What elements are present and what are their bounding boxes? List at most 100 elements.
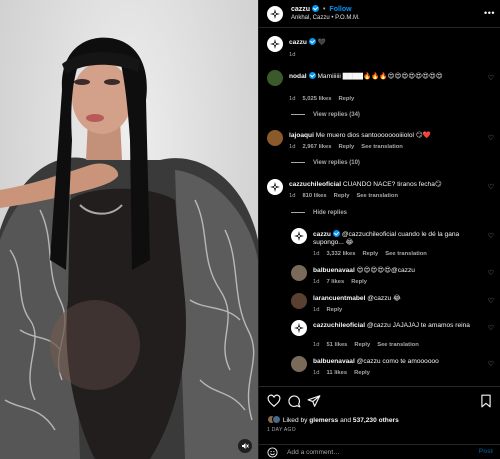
like-comment-icon[interactable]: ♡ xyxy=(488,232,494,240)
like-comment-icon[interactable]: ♡ xyxy=(488,324,494,332)
avatar[interactable] xyxy=(267,70,283,86)
header-subtitle[interactable]: Ankhal, Cazzu • P.O.M.M. xyxy=(291,15,360,21)
reply-username[interactable]: cazzuchileoficial xyxy=(313,322,365,329)
divider xyxy=(291,113,305,115)
avatar[interactable] xyxy=(291,356,307,372)
logo-icon xyxy=(270,39,280,49)
view-replies-button[interactable]: View replies (34) xyxy=(291,112,360,118)
see-translation-button[interactable]: See translation xyxy=(377,342,419,348)
verified-icon xyxy=(332,230,340,237)
avatar[interactable] xyxy=(291,228,307,244)
reply-likes[interactable]: 51 likes xyxy=(326,342,347,348)
reply-button[interactable]: Reply xyxy=(362,251,378,257)
reply-likes[interactable]: 11 likes xyxy=(326,370,347,376)
comment-time[interactable]: 1d xyxy=(289,193,295,199)
reply-meta: 1d 7 likes Reply xyxy=(313,279,374,285)
reply-button[interactable]: Reply xyxy=(354,342,370,348)
reply-time[interactable]: 1d xyxy=(313,279,319,285)
reply-body: @cazzu como te amoooooo xyxy=(356,358,439,365)
see-translation-button[interactable]: See translation xyxy=(361,144,403,150)
comment-icon[interactable] xyxy=(287,394,301,408)
comment-input[interactable] xyxy=(287,445,457,459)
reply-text: balbuenavaal @cazzu como te amoooooo xyxy=(313,358,485,366)
divider xyxy=(291,211,305,213)
bookmark-icon[interactable] xyxy=(479,394,493,408)
avatar[interactable] xyxy=(291,265,307,281)
see-translation-button[interactable]: See translation xyxy=(385,251,427,257)
reply-button[interactable]: Reply xyxy=(338,144,354,150)
reply-username[interactable]: larancuentmabel xyxy=(313,295,365,302)
comment-text: lajoaqui Me muero dios santoooooooiiiolo… xyxy=(289,132,485,140)
comment-time[interactable]: 1d xyxy=(289,96,295,102)
comment-likes[interactable]: 810 likes xyxy=(302,193,326,199)
header-username[interactable]: cazzu xyxy=(291,6,310,13)
header-title-row: cazzu • Follow xyxy=(291,5,352,13)
like-comment-icon[interactable]: ♡ xyxy=(488,134,494,142)
avatar[interactable] xyxy=(267,6,283,22)
hide-replies-button[interactable]: Hide replies xyxy=(291,210,347,216)
comments-list[interactable]: cazzu 🖤 1d nodal Mamiiiiii ▇▇▇▇🔥🔥🔥😍😍😍😍😍😍… xyxy=(259,28,500,386)
comment-username[interactable]: cazzuchileoficial xyxy=(289,181,341,188)
reply-time[interactable]: 1d xyxy=(313,251,319,257)
comment-text: cazzuchileoficial CUANDO NACE? tiranos f… xyxy=(289,181,485,189)
reply-username[interactable]: balbuenavaal xyxy=(313,267,355,274)
follow-button[interactable]: Follow xyxy=(329,6,351,13)
comment-username[interactable]: lajoaqui xyxy=(289,132,314,139)
comment-body: Mamiiiiii ▇▇▇▇🔥🔥🔥😍😍😍😍😍😍😍😍 xyxy=(317,73,443,80)
avatar[interactable] xyxy=(267,130,283,146)
reply-text: cazzu @cazzuchileoficial cuando le dé la… xyxy=(313,230,485,247)
liked-by-user[interactable]: glemerss xyxy=(309,417,338,424)
verified-icon xyxy=(312,5,320,12)
likes-summary[interactable]: Liked by glemerss and 537,230 others xyxy=(267,415,399,424)
avatar[interactable] xyxy=(291,293,307,309)
logo-icon xyxy=(270,182,280,192)
post-button[interactable]: Post xyxy=(479,448,493,455)
comment-time[interactable]: 1d xyxy=(289,144,295,150)
heart-icon[interactable] xyxy=(267,394,281,408)
post-media[interactable] xyxy=(0,0,258,459)
reply-button[interactable]: Reply xyxy=(326,307,342,313)
share-icon[interactable] xyxy=(307,394,321,408)
reply-time[interactable]: 1d xyxy=(313,307,319,313)
like-comment-icon[interactable]: ♡ xyxy=(488,74,494,82)
like-comment-icon[interactable]: ♡ xyxy=(488,269,494,277)
reply-button[interactable]: Reply xyxy=(351,279,367,285)
post-date[interactable]: 1 DAY AGO xyxy=(267,427,296,433)
comment-body: CUANDO NACE? tiranos fecha😏 xyxy=(342,181,442,188)
logo-icon xyxy=(294,231,304,241)
like-comment-icon[interactable]: ♡ xyxy=(488,297,494,305)
comment-meta: 1d 810 likes Reply See translation xyxy=(289,193,405,199)
reply-button[interactable]: Reply xyxy=(354,370,370,376)
view-replies-button[interactable]: View replies (10) xyxy=(291,160,360,166)
like-comment-icon[interactable]: ♡ xyxy=(488,183,494,191)
avatar[interactable] xyxy=(267,36,283,52)
reply-likes[interactable]: 3,332 likes xyxy=(326,251,355,257)
reply-time[interactable]: 1d xyxy=(313,342,319,348)
more-options-button[interactable]: ••• xyxy=(484,9,495,18)
comment-username[interactable]: nodal xyxy=(289,73,307,80)
caption-body: 🖤 xyxy=(317,39,327,46)
like-comment-icon[interactable]: ♡ xyxy=(488,360,494,368)
reply-text: balbuenavaal 😍😍😍😍😍@cazzu xyxy=(313,267,485,275)
reply-button[interactable]: Reply xyxy=(334,193,350,199)
reply-body: @cazzu JAJAJAJ te amamos reina xyxy=(366,322,470,329)
reply-username[interactable]: cazzu xyxy=(313,231,331,238)
reply-username[interactable]: balbuenavaal xyxy=(313,358,355,365)
post-photo xyxy=(0,37,258,459)
comment-likes[interactable]: 2,967 likes xyxy=(302,144,331,150)
caption-username[interactable]: cazzu xyxy=(289,39,307,46)
reply-likes[interactable]: 7 likes xyxy=(326,279,344,285)
likes-count[interactable]: 537,230 others xyxy=(353,417,399,424)
see-translation-button[interactable]: See translation xyxy=(356,193,398,199)
avatar[interactable] xyxy=(291,320,307,336)
avatar[interactable] xyxy=(267,179,283,195)
reply-button[interactable]: Reply xyxy=(338,96,354,102)
speaker-muted-icon xyxy=(242,443,249,449)
reply-time[interactable]: 1d xyxy=(313,370,319,376)
mute-button[interactable] xyxy=(238,439,252,453)
reply-meta: 1d 11 likes Reply xyxy=(313,370,377,376)
reply-text: larancuentmabel @cazzu 😂 xyxy=(313,295,485,303)
comment-likes[interactable]: 5,025 likes xyxy=(302,96,331,102)
reply-text: cazzuchileoficial @cazzu JAJAJAJ te amam… xyxy=(313,322,485,330)
emoji-icon[interactable] xyxy=(267,447,278,458)
